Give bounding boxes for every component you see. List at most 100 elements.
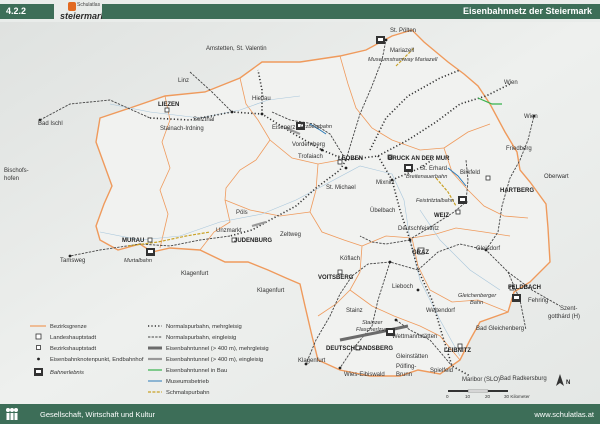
place-label: LEOBEN — [338, 156, 363, 162]
place-label: Amstetten, St. Valentin — [206, 46, 267, 52]
place-label: Klagenfurt — [298, 358, 326, 364]
place-label: Maribor (SLO) — [462, 377, 500, 383]
place-label: gotthárd (H) — [548, 314, 580, 320]
place-label: Bischofs- — [4, 168, 29, 174]
legend-label: Schmalspurbahn — [166, 390, 210, 396]
legend-label: Normalspurbahn, mehrgleisig — [166, 324, 242, 330]
place-label: Linz — [178, 78, 189, 84]
place-label: Stainach-Irdning — [160, 126, 204, 132]
place-label: MURAU — [122, 238, 144, 244]
place-label: FELDBACH — [508, 285, 541, 291]
scale-tick: 30 Kilometer — [504, 394, 530, 399]
footer-subject: Gesellschaft, Wirtschaft und Kultur — [40, 410, 156, 419]
place-label: Wien — [524, 114, 538, 120]
place-label: Selzthal — [193, 117, 214, 123]
place-label: Klagenfurt — [181, 271, 209, 277]
logo-small: Schulatlas — [77, 2, 101, 8]
place-label: Gleisdorf — [476, 246, 500, 252]
place-label: Gleichenberger — [458, 293, 497, 299]
place-label: Eisenerz — [272, 125, 295, 131]
place-label: Breitenauerbahn — [406, 174, 447, 180]
logo-main: steiermark — [60, 11, 106, 21]
place-label: Pöls — [236, 210, 248, 216]
place-label: GRAZ — [412, 250, 429, 256]
legend-label: Landeshauptstadt — [50, 335, 96, 341]
legend-label: Bezirkshauptstadt — [50, 346, 96, 352]
place-label: Gleinstätten — [396, 354, 428, 360]
legend-swatch — [36, 345, 41, 350]
legend-label: Eisenbahntunnel (> 400 m), eingleisig — [166, 357, 263, 363]
place-label: BRUCK AN DER MUR — [388, 156, 450, 162]
place-label: Hieflau — [252, 96, 271, 102]
place-label: St. Erhard — [420, 166, 447, 172]
place-label: Lieboch — [392, 284, 413, 290]
place-label: JUDENBURG — [234, 238, 272, 244]
railway-map: St. Pölten Mariazell Museumstramway Mari… — [0, 22, 600, 404]
scale-tick: 10 — [465, 394, 471, 399]
place-label: Tamsweg — [60, 258, 85, 264]
scale-tick: 20 — [485, 394, 491, 399]
legend-swatch — [35, 333, 42, 340]
place-label: Wien — [504, 80, 518, 86]
place-label: Deutschfeistritz — [398, 226, 439, 232]
place-label: Birkfeld — [460, 170, 480, 176]
place-label: Vordernberg — [292, 142, 325, 148]
place-label: Friedberg — [506, 146, 532, 152]
place-label: Murtalbahn — [124, 258, 152, 264]
legend-label: Bezirksgrenze — [50, 324, 87, 330]
place-label: Köflach — [340, 256, 360, 262]
place-label: VOITSBERG — [318, 275, 354, 281]
place-label: Wies-Eibiswald — [344, 372, 385, 378]
place-label: HARTBERG — [500, 188, 534, 194]
place-label: WEIZ — [434, 213, 449, 219]
atlas-logo: Schulatlas steiermark — [58, 2, 106, 22]
place-label: Museumstramway Mariazell — [368, 57, 438, 63]
place-label: Oberwart — [544, 174, 569, 180]
legend-label: Bahnerlebnis — [50, 370, 84, 376]
place-label: Zeltweg — [280, 232, 301, 238]
people-icon — [6, 408, 18, 420]
footer-url[interactable]: www.schulatlas.at — [534, 410, 594, 419]
place-label: Brunn — [396, 372, 412, 378]
place-label: DEUTSCHLANDSBERG — [326, 346, 393, 352]
place-label: Bad Gleichenberg — [476, 326, 524, 332]
place-label: Unzmarkt — [216, 228, 242, 234]
legend-label: Eisenbahntunnel in Bau — [166, 368, 227, 374]
place-label: Feistritztalbahn — [416, 198, 454, 204]
place-label: Mariazell — [390, 48, 414, 54]
place-label: St. Michael — [326, 185, 356, 191]
footer: Gesellschaft, Wirtschaft und Kultur www.… — [0, 404, 600, 424]
place-label: Weitendorf — [426, 308, 455, 314]
logo-mark-icon — [68, 2, 76, 11]
place-label: Flascherlzug — [356, 327, 389, 333]
place-label: Stainz — [346, 308, 363, 314]
legend-train-icon — [34, 368, 43, 376]
place-label: Bad Radkersburg — [500, 376, 547, 382]
place-label: Bahn — [470, 300, 483, 306]
legend-label: Eisenbahntunnel (> 400 m), mehrgleisig — [166, 346, 269, 352]
legend-label: Eisenbahnknotenpunkt, Endbahnhof — [50, 357, 144, 363]
place-label: Fehring — [528, 298, 548, 304]
legend-label: Normalspurbahn, eingleisig — [166, 335, 236, 341]
place-label: Trofaiach — [298, 154, 323, 160]
scale-tick: 0 — [446, 394, 449, 399]
legend-swatch — [37, 357, 40, 361]
north-label: N — [566, 380, 570, 386]
place-label: Wettmannstätten — [392, 334, 437, 340]
place-label: Erzbergbahn — [300, 124, 332, 130]
section-number: 4.2.2 — [0, 4, 54, 19]
page-title: Eisenbahnnetz der Steiermark — [102, 4, 600, 19]
place-label: Mixnitz — [376, 180, 395, 186]
place-label: Übelbach — [370, 207, 395, 214]
header: 4.2.2 Schulatlas steiermark Eisenbahnnet… — [0, 0, 600, 22]
place-label: Pölfing- — [396, 364, 416, 370]
place-label: Spielfeld — [430, 368, 453, 374]
place-label: St. Pölten — [390, 28, 416, 34]
place-label: Klagenfurt — [257, 288, 285, 294]
place-label: hofen — [4, 176, 19, 182]
place-label: Stainzer — [362, 320, 384, 326]
place-label: LIEZEN — [158, 102, 179, 108]
place-label: Szent- — [560, 306, 577, 312]
place-label: Bad Ischl — [38, 121, 63, 127]
legend-label: Museumsbetrieb — [166, 379, 209, 385]
